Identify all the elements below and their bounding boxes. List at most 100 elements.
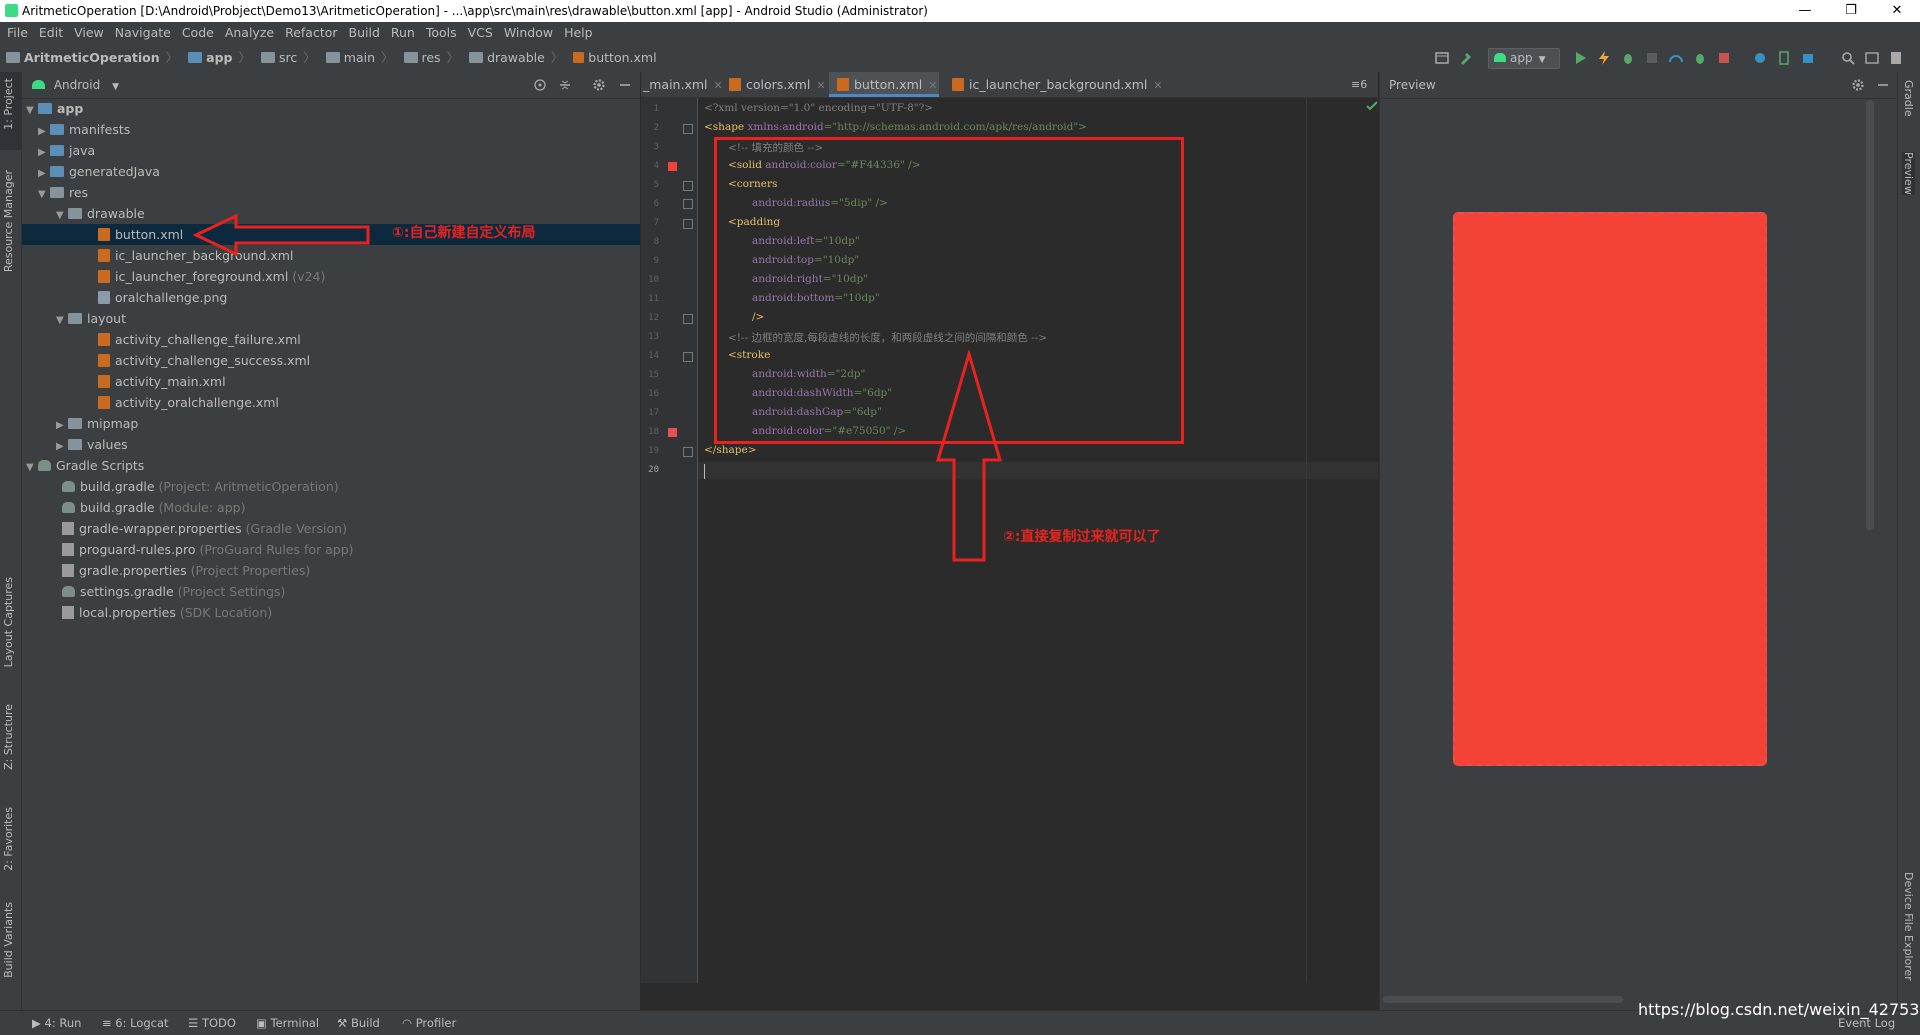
search-icon[interactable] — [1840, 50, 1856, 66]
color-swatch-icon[interactable] — [668, 162, 677, 171]
run-config-selector[interactable]: app ▼ — [1488, 48, 1560, 69]
close-icon[interactable]: ✕ — [816, 79, 825, 92]
tool-tab-gradle[interactable]: Gradle — [1902, 80, 1915, 117]
tool-tab-preview[interactable]: Preview — [1902, 152, 1915, 195]
tree-item-gradle-scripts[interactable]: ▼ Gradle Scripts — [22, 455, 144, 476]
tool-tab-build-variants[interactable]: Build Variants — [2, 902, 15, 978]
menu-analyze[interactable]: Analyze — [225, 25, 274, 40]
sync-gradle-icon[interactable] — [1752, 50, 1768, 66]
fold-icon[interactable] — [683, 219, 693, 229]
tree-item-settings-gradle[interactable]: settings.gradle (Project Settings) — [62, 581, 285, 602]
tool-tab-device-file-explorer[interactable]: Device File Explorer — [1902, 872, 1915, 981]
tree-item-gradle-wrapper-properties[interactable]: gradle-wrapper.properties (Gradle Versio… — [62, 518, 347, 539]
menu-refactor[interactable]: Refactor — [285, 25, 337, 40]
menu-edit[interactable]: Edit — [39, 25, 63, 40]
tab-overflow-button[interactable]: ≡6 — [1351, 72, 1367, 97]
menu-help[interactable]: Help — [564, 25, 593, 40]
tree-item-activity-main[interactable]: activity_main.xml — [98, 371, 226, 392]
breadcrumb-button-xml[interactable]: button.xml — [573, 44, 657, 72]
tree-item-res[interactable]: ▼ res — [38, 182, 88, 203]
tree-item-gradle-properties[interactable]: gradle.properties (Project Properties) — [62, 560, 310, 581]
tree-item-generated-java[interactable]: ▶ generatedJava — [38, 161, 160, 182]
tab-colors-xml[interactable]: colors.xml ✕ — [721, 72, 829, 97]
breadcrumb-main[interactable]: main 〉 — [325, 44, 394, 72]
breadcrumb-app[interactable]: app 〉 — [188, 44, 251, 72]
tree-item-manifests[interactable]: ▶ manifests — [38, 119, 130, 140]
tab-ic-launcher-background-xml[interactable]: ic_launcher_background.xml ✕ — [944, 72, 1163, 97]
tool-tab-todo[interactable]: ☰ TODO — [188, 1011, 236, 1035]
apply-changes-icon[interactable] — [1596, 50, 1612, 66]
stop-icon[interactable] — [1716, 50, 1732, 66]
menu-navigate[interactable]: Navigate — [115, 25, 171, 40]
tree-item-layout[interactable]: ▼ layout — [56, 308, 126, 329]
tree-item-drawable[interactable]: ▼ drawable — [56, 203, 145, 224]
breadcrumb-src[interactable]: src 〉 — [261, 44, 316, 72]
close-icon[interactable]: ✕ — [928, 79, 937, 92]
run-icon[interactable] — [1572, 50, 1588, 66]
vertical-scrollbar[interactable] — [1866, 100, 1874, 530]
tab-main-xml[interactable]: _main.xml ✕ — [641, 72, 723, 97]
fold-icon[interactable] — [683, 124, 693, 134]
tree-item-build-gradle-module[interactable]: build.gradle (Module: app) — [62, 497, 245, 518]
menu-build[interactable]: Build — [349, 25, 380, 40]
tool-tab-favorites[interactable]: 2: Favorites — [2, 807, 15, 871]
locate-icon[interactable] — [533, 78, 547, 92]
menu-code[interactable]: Code — [182, 25, 214, 40]
project-view-selector[interactable]: Android — [54, 78, 100, 92]
tree-item-activity-challenge-failure[interactable]: activity_challenge_failure.xml — [98, 329, 301, 350]
tool-tab-structure[interactable]: Z: Structure — [2, 704, 15, 770]
layout-icon[interactable] — [1888, 50, 1904, 66]
tool-tab-profiler[interactable]: ◠ Profiler — [402, 1011, 456, 1035]
tool-tab-terminal[interactable]: ▣ Terminal — [256, 1011, 319, 1035]
fold-icon[interactable] — [683, 199, 693, 209]
tool-tab-layout-captures[interactable]: Layout Captures — [2, 577, 15, 667]
structure-view-icon[interactable] — [1864, 50, 1880, 66]
tree-item-app[interactable]: ▼ app — [22, 98, 83, 119]
gear-icon[interactable] — [1851, 78, 1865, 92]
breadcrumb-project[interactable]: AritmeticOperation 〉 — [6, 44, 178, 72]
color-swatch-icon[interactable] — [668, 428, 677, 437]
build-hammer-icon[interactable] — [1458, 50, 1474, 66]
tree-item-local-properties[interactable]: local.properties (SDK Location) — [62, 602, 272, 623]
tool-tab-run[interactable]: ▶ 4: Run — [32, 1011, 81, 1035]
fold-icon[interactable] — [683, 447, 693, 457]
menu-run[interactable]: Run — [391, 25, 415, 40]
menu-file[interactable]: File — [7, 25, 28, 40]
sdk-manager-icon[interactable] — [1800, 50, 1816, 66]
gear-icon[interactable] — [592, 78, 606, 92]
tree-item-ic-launcher-foreground[interactable]: ic_launcher_foreground.xml (v24) — [98, 266, 325, 287]
tree-item-activity-oralchallenge[interactable]: activity_oralchallenge.xml — [98, 392, 279, 413]
tree-item-values[interactable]: ▶ values — [56, 434, 128, 455]
coverage-icon[interactable] — [1692, 50, 1708, 66]
minimize-button[interactable]: — — [1782, 0, 1828, 22]
chevron-down-icon[interactable]: ▼ — [112, 82, 119, 92]
tree-item-mipmap[interactable]: ▶ mipmap — [56, 413, 138, 434]
menu-window[interactable]: Window — [504, 25, 553, 40]
fold-icon[interactable] — [683, 352, 693, 362]
tool-tab-project[interactable]: 1: Project — [2, 78, 15, 130]
collapse-all-icon[interactable] — [558, 78, 572, 92]
tree-item-activity-challenge-success[interactable]: activity_challenge_success.xml — [98, 350, 310, 371]
fold-icon[interactable] — [683, 181, 693, 191]
hide-panel-icon[interactable] — [1876, 78, 1890, 92]
attach-debugger-icon[interactable] — [1644, 50, 1660, 66]
tree-item-java[interactable]: ▶ java — [38, 140, 95, 161]
fold-icon[interactable] — [683, 314, 693, 324]
horizontal-scrollbar[interactable] — [1383, 996, 1623, 1003]
menu-tools[interactable]: Tools — [426, 25, 457, 40]
breadcrumb-drawable[interactable]: drawable 〉 — [469, 44, 563, 72]
tree-item-build-gradle-project[interactable]: build.gradle (Project: AritmeticOperatio… — [62, 476, 339, 497]
close-button[interactable]: ✕ — [1874, 0, 1920, 22]
tab-button-xml[interactable]: button.xml ✕ — [829, 72, 939, 97]
menu-vcs[interactable]: VCS — [468, 25, 493, 40]
project-structure-icon[interactable] — [1434, 50, 1450, 66]
tree-item-oralchallenge-png[interactable]: oralchallenge.png — [98, 287, 227, 308]
tool-tab-build[interactable]: ⚒ Build — [337, 1011, 380, 1035]
tool-tab-resource-manager[interactable]: Resource Manager — [2, 170, 15, 272]
hide-panel-icon[interactable] — [618, 78, 632, 92]
avd-manager-icon[interactable] — [1776, 50, 1792, 66]
tree-item-proguard-rules[interactable]: proguard-rules.pro (ProGuard Rules for a… — [62, 539, 354, 560]
breadcrumb-res[interactable]: res 〉 — [403, 44, 459, 72]
debug-icon[interactable] — [1620, 50, 1636, 66]
close-icon[interactable]: ✕ — [1153, 79, 1162, 92]
